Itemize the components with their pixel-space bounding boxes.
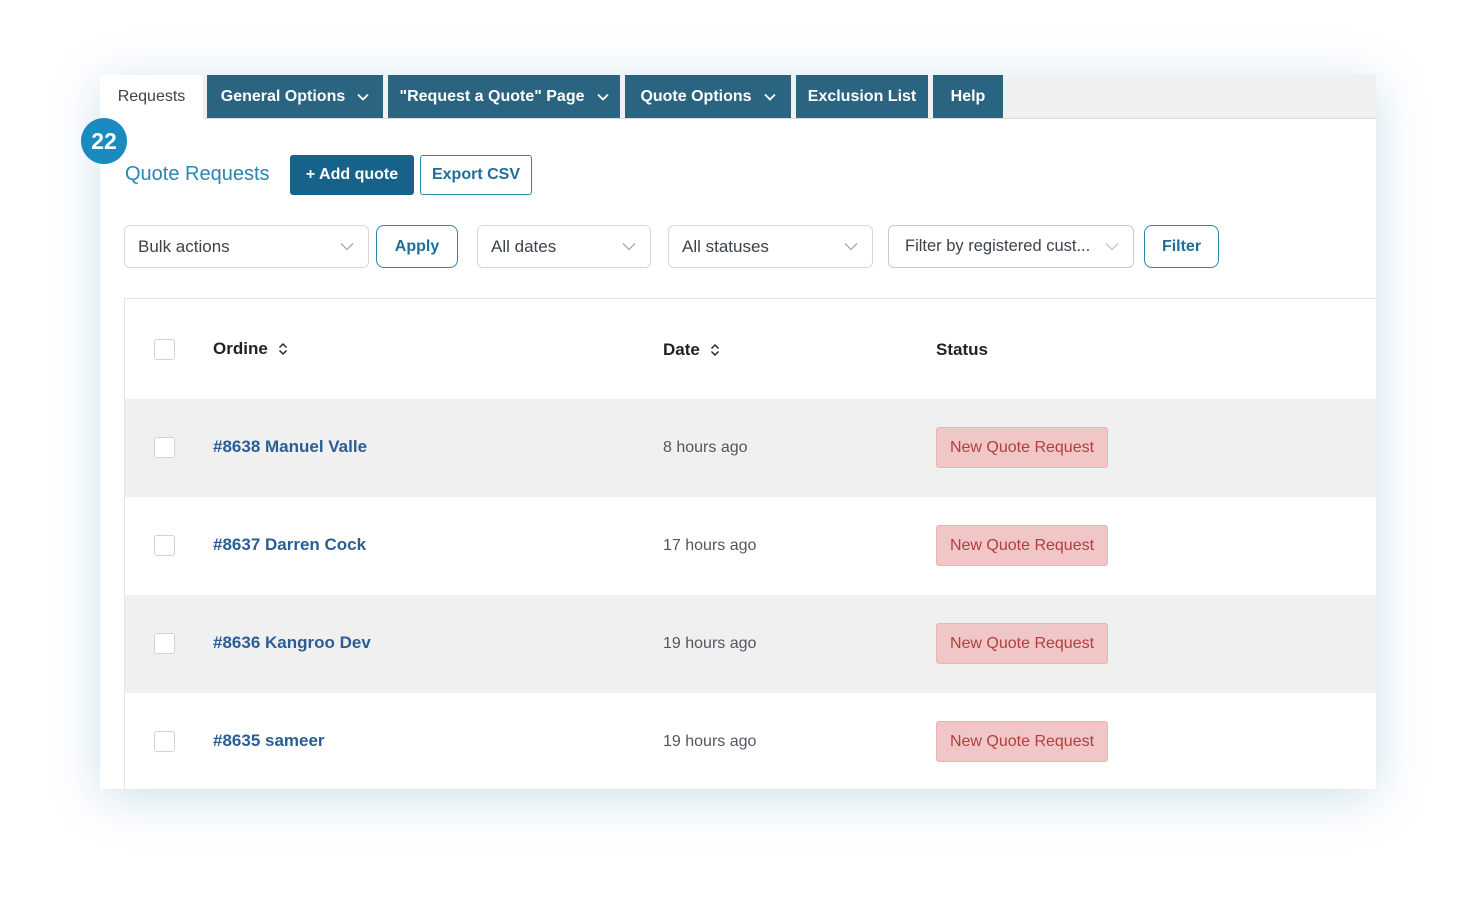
order-date: 19 hours ago: [663, 635, 757, 652]
tab-general-options[interactable]: General Options: [207, 75, 383, 118]
chevron-down-icon: [844, 243, 858, 251]
row-checkbox[interactable]: [154, 633, 175, 654]
tab-label: General Options: [220, 87, 346, 105]
row-checkbox[interactable]: [154, 437, 175, 458]
select-value: All dates: [491, 236, 557, 256]
select-value: Bulk actions: [138, 236, 230, 256]
order-link[interactable]: #8635 sameer: [213, 731, 325, 751]
chevron-down-icon: [622, 243, 636, 251]
chevron-down-icon: [596, 93, 609, 101]
add-quote-button[interactable]: + Add quote: [290, 155, 414, 195]
select-all-checkbox[interactable]: [154, 339, 175, 360]
bulk-actions-select[interactable]: Bulk actions: [124, 225, 369, 268]
chevron-down-icon: [1105, 243, 1119, 251]
statuses-select[interactable]: All statuses: [668, 225, 873, 268]
row-checkbox[interactable]: [154, 731, 175, 752]
column-label: Status: [936, 340, 988, 359]
column-header-order[interactable]: Ordine: [213, 339, 288, 359]
order-date: 8 hours ago: [663, 439, 748, 456]
filter-button[interactable]: Filter: [1144, 225, 1219, 268]
table-row: #8638 Manuel Valle 8 hours ago New Quote…: [125, 399, 1376, 497]
tab-label: Requests: [117, 88, 186, 105]
step-number-badge: 22: [81, 118, 127, 164]
status-badge: New Quote Request: [936, 427, 1108, 468]
chevron-down-icon: [763, 93, 776, 101]
status-badge: New Quote Request: [936, 623, 1108, 664]
order-link[interactable]: #8637 Darren Cock: [213, 535, 366, 555]
order-date: 19 hours ago: [663, 733, 757, 750]
quote-requests-table: Ordine Date Status #8638 Manuel Valle 8 …: [124, 298, 1376, 789]
table-header: Ordine Date Status: [125, 299, 1376, 399]
apply-button[interactable]: Apply: [376, 225, 458, 268]
row-checkbox[interactable]: [154, 535, 175, 556]
registered-customer-filter[interactable]: Filter by registered cust...: [888, 225, 1134, 268]
table-row: #8637 Darren Cock 17 hours ago New Quote…: [125, 497, 1376, 595]
export-csv-button[interactable]: Export CSV: [420, 155, 532, 195]
chevron-down-icon: [340, 243, 354, 251]
tab-bar: Requests General Options "Request a Quot…: [100, 75, 1376, 119]
tab-label: Quote Options: [640, 87, 752, 105]
tab-request-a-quote-page[interactable]: "Request a Quote" Page: [388, 75, 620, 118]
status-badge: New Quote Request: [936, 525, 1108, 566]
status-badge: New Quote Request: [936, 721, 1108, 762]
tab-label: "Request a Quote" Page: [399, 87, 585, 105]
select-value: All statuses: [682, 236, 769, 256]
column-header-date[interactable]: Date: [663, 340, 720, 360]
sort-icon: [710, 344, 719, 356]
tab-help[interactable]: Help: [933, 75, 1003, 118]
order-date: 17 hours ago: [663, 537, 757, 554]
column-label: Date: [663, 340, 700, 359]
chevron-down-icon: [357, 93, 369, 101]
quote-requests-panel: Requests General Options "Request a Quot…: [100, 75, 1376, 789]
tab-quote-options[interactable]: Quote Options: [625, 75, 791, 118]
page-title: Quote Requests: [125, 163, 270, 185]
sort-icon: [278, 343, 287, 355]
tab-exclusion-list[interactable]: Exclusion List: [796, 75, 928, 118]
tab-label: Help: [950, 87, 986, 105]
column-header-status: Status: [936, 340, 988, 360]
dates-select[interactable]: All dates: [477, 225, 651, 268]
table-row: #8635 sameer 19 hours ago New Quote Requ…: [125, 693, 1376, 789]
order-link[interactable]: #8636 Kangroo Dev: [213, 633, 371, 653]
tab-label: Exclusion List: [807, 87, 917, 105]
table-row: #8636 Kangroo Dev 19 hours ago New Quote…: [125, 595, 1376, 693]
column-label: Ordine: [213, 339, 268, 358]
tab-requests[interactable]: Requests: [100, 75, 203, 119]
select-value: Filter by registered cust...: [905, 237, 1091, 255]
order-link[interactable]: #8638 Manuel Valle: [213, 437, 367, 457]
